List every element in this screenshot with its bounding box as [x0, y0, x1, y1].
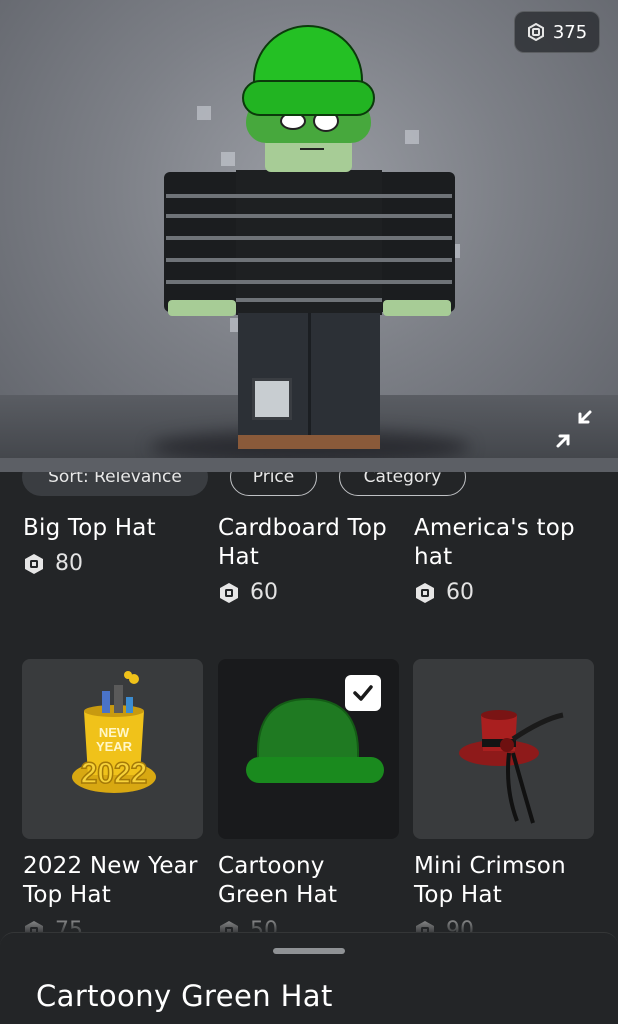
svg-text:YEAR: YEAR — [96, 739, 133, 754]
preview-bottom-edge — [0, 458, 618, 472]
green-hat-brim — [242, 80, 375, 116]
robux-icon — [23, 553, 45, 575]
sheet-drag-handle[interactable] — [273, 948, 345, 954]
robux-icon — [218, 582, 240, 604]
item-name: 2022 New Year Top Hat — [23, 853, 198, 908]
item-thumbnail-mini-crimson-top-hat[interactable] — [413, 659, 594, 839]
robux-balance-value: 375 — [552, 21, 588, 43]
avatar-mouth — [300, 148, 324, 150]
avatar-right-arm — [381, 172, 455, 312]
item-name: Mini Crimson Top Hat — [414, 853, 566, 908]
sweater-stripe — [166, 194, 452, 198]
sweater-stripe — [166, 280, 452, 284]
avatar-torso — [236, 170, 382, 315]
svg-text:NEW: NEW — [99, 725, 130, 740]
avatar-preview[interactable]: 375 — [0, 0, 618, 472]
list-fade — [0, 905, 618, 935]
robux-icon — [527, 22, 545, 42]
item-details-sheet[interactable]: Cartoony Green Hat — [0, 932, 618, 1024]
avatar-leg-divider — [308, 313, 311, 441]
robux-icon — [414, 582, 436, 604]
item-name: Cardboard Top Hat — [218, 515, 387, 570]
sparkle-square — [221, 152, 235, 166]
gold-top-hat-image: NEW YEAR 2022 — [72, 671, 156, 793]
item-thumbnail-cartoony-green-hat[interactable] — [218, 659, 399, 839]
item-thumbnail-2022-new-year-hat[interactable]: NEW YEAR 2022 — [22, 659, 203, 839]
item-name: America's top hat — [414, 515, 575, 570]
svg-text:2022: 2022 — [81, 757, 148, 790]
sweater-stripe — [166, 236, 452, 240]
avatar-left-arm — [164, 172, 238, 312]
robux-balance-button[interactable]: 375 — [514, 11, 600, 53]
sheet-item-title: Cartoony Green Hat — [36, 979, 333, 1013]
sparkle-square — [197, 106, 211, 120]
sweater-stripe — [166, 214, 452, 218]
avatar-shoes — [238, 435, 380, 449]
catalog-item[interactable]: Cardboard Top Hat 60 — [218, 514, 400, 605]
item-price-value: 80 — [55, 551, 83, 576]
item-price: 80 — [23, 551, 205, 576]
item-price: 60 — [218, 580, 400, 605]
collapse-arrows-icon[interactable] — [552, 408, 596, 452]
catalog-item[interactable]: Big Top Hat 80 — [23, 514, 205, 576]
item-price-value: 60 — [446, 580, 474, 605]
item-price: 60 — [414, 580, 596, 605]
sweater-stripe — [236, 298, 382, 302]
item-name: Big Top Hat — [23, 515, 156, 541]
avatar-left-hand — [168, 300, 236, 316]
pants-patch — [252, 378, 292, 420]
catalog-item[interactable]: America's top hat 60 — [414, 514, 596, 605]
sweater-stripe — [166, 258, 452, 262]
item-price-value: 60 — [250, 580, 278, 605]
item-name: Cartoony Green Hat — [218, 853, 338, 908]
avatar-right-hand — [383, 300, 451, 316]
sparkle-square — [405, 130, 419, 144]
crimson-hat-image — [459, 710, 564, 824]
selected-checkmark-icon — [345, 675, 381, 711]
